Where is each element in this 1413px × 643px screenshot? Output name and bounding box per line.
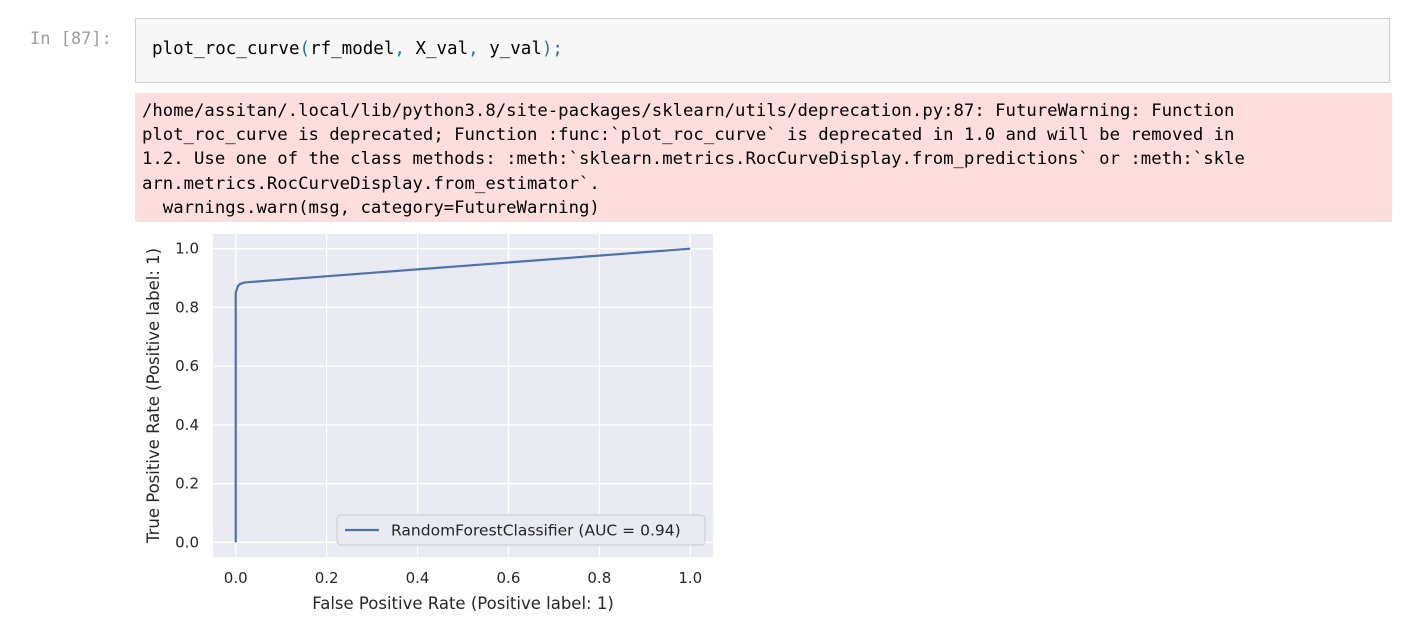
- code-open-paren: (: [299, 39, 311, 59]
- y-tick-label: 0.6: [175, 357, 199, 375]
- stderr-line: /home/assitan/.local/lib/python3.8/site-…: [142, 101, 1235, 121]
- cell-prompt: In [87]:: [30, 29, 112, 49]
- roc-chart: 0.0 0.2 0.4 0.6 0.8 1.0 0.0 0.2 0.4 0.6 0.8 1.0 Ran…: [144, 234, 713, 613]
- x-tick-label: 0.4: [406, 569, 430, 587]
- legend-label: RandomForestClassifier (AUC = 0.94): [391, 522, 681, 540]
- code-cell-input[interactable]: plot_roc_curve(rf_model, X_val, y_val);: [135, 18, 1390, 83]
- code-arg-model: rf_model: [310, 39, 395, 59]
- y-axis-label: True Positive Rate (Positive label: 1): [144, 248, 163, 544]
- x-axis-label: False Positive Rate (Positive label: 1): [312, 594, 614, 613]
- x-tick-label: 1.0: [678, 569, 702, 587]
- code-close-paren: );: [541, 39, 563, 59]
- plot-background: [213, 234, 713, 557]
- code-arg-y: y_val: [489, 39, 542, 59]
- y-tick-label: 0.4: [175, 416, 199, 434]
- code-comma: ,: [394, 39, 416, 59]
- y-tick-label: 0.0: [175, 533, 199, 551]
- code-arg-x: X_val: [415, 39, 469, 59]
- roc-plot-output: 0.0 0.2 0.4 0.6 0.8 1.0 0.0 0.2 0.4 0.6 0.8 1.0 Ran…: [135, 228, 735, 633]
- legend: RandomForestClassifier (AUC = 0.94): [336, 514, 706, 546]
- x-tick-label: 0.2: [315, 569, 339, 587]
- stderr-line: 1.2. Use one of the class methods: :meth…: [142, 149, 1245, 170]
- code-comma: ,: [468, 39, 490, 59]
- y-tick-label: 0.8: [175, 298, 199, 316]
- y-tick-label: 0.2: [175, 475, 199, 493]
- x-tick-label: 0.6: [497, 569, 521, 587]
- code-function-name: plot_roc_curve: [152, 39, 300, 59]
- stderr-line: warnings.warn(msg, category=FutureWarnin…: [142, 197, 600, 218]
- stderr-line: arn.metrics.RocCurveDisplay.from_estimat…: [142, 173, 600, 194]
- y-tick-label: 1.0: [175, 240, 199, 258]
- stderr-output: /home/assitan/.local/lib/python3.8/site-…: [135, 93, 1392, 222]
- x-tick-label: 0.8: [587, 569, 611, 587]
- x-tick-label: 0.0: [224, 569, 248, 587]
- stderr-line: plot_roc_curve is deprecated; Function :…: [142, 125, 1235, 146]
- code-line: plot_roc_curve(rf_model, X_val, y_val);: [152, 39, 563, 59]
